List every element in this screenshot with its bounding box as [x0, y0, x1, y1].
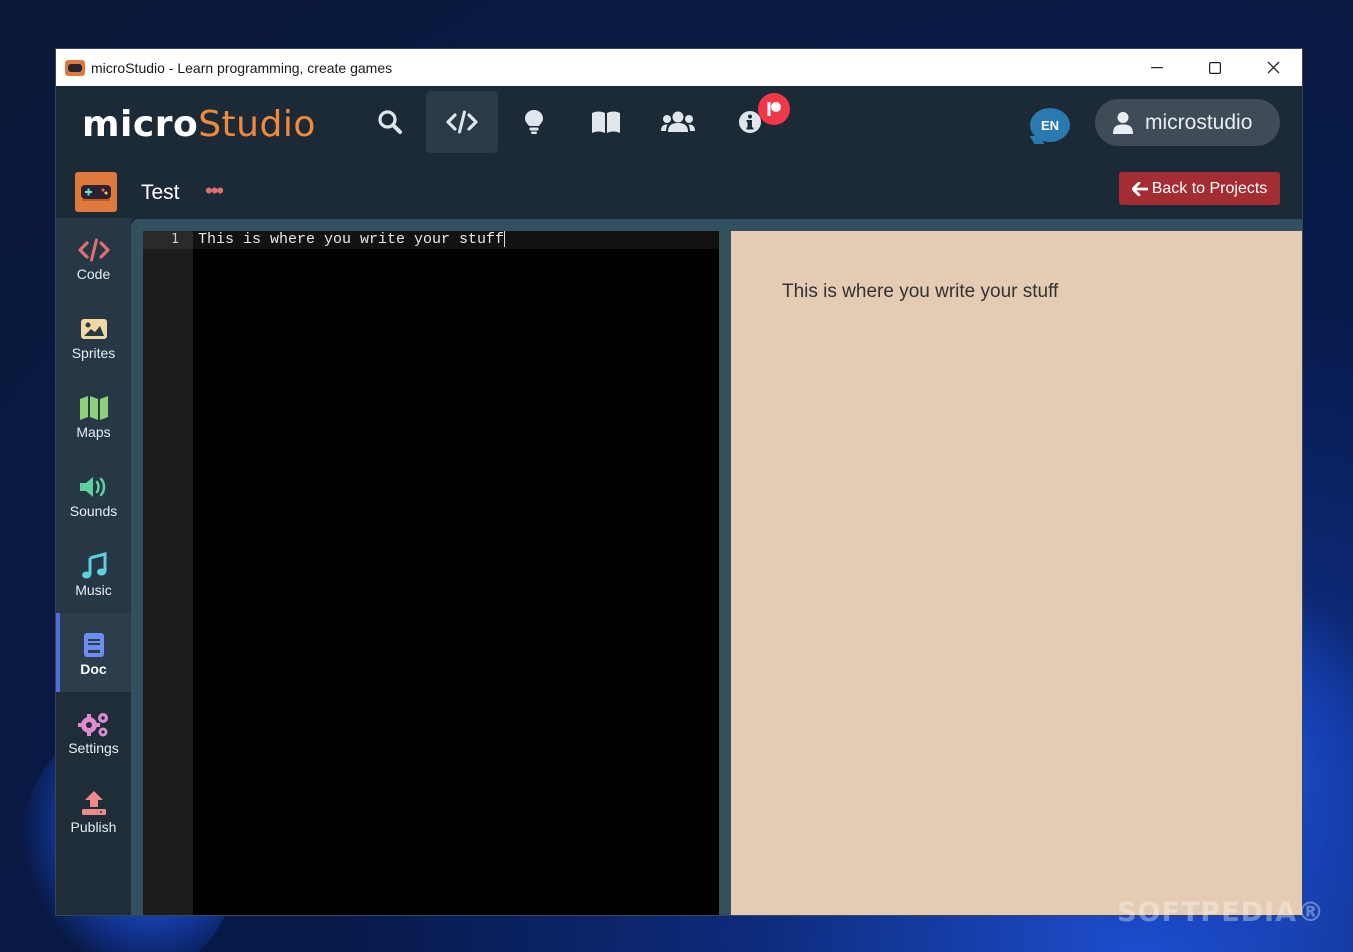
nav-search-button[interactable]	[354, 91, 426, 153]
sidebar-item-doc[interactable]: Doc	[56, 613, 131, 692]
sidebar: Code Sprites Maps Sounds Music Doc Setti…	[56, 218, 131, 915]
sidebar-item-settings[interactable]: Settings	[56, 692, 131, 771]
user-icon	[1113, 111, 1133, 134]
logo-bold-text: micro	[82, 104, 199, 145]
back-to-projects-label: Back to Projects	[1151, 179, 1268, 197]
sidebar-item-label: Music	[75, 581, 112, 598]
minimize-button[interactable]	[1128, 49, 1186, 86]
sidebar-item-label: Maps	[76, 423, 111, 440]
maximize-icon	[1209, 61, 1221, 74]
users-icon	[661, 111, 695, 132]
sidebar-item-music[interactable]: Music	[56, 534, 131, 613]
music-icon	[81, 551, 106, 578]
user-menu-button[interactable]: microstudio	[1095, 99, 1280, 146]
username: microstudio	[1145, 110, 1253, 134]
top-bar: microStudio EN microstudio	[56, 86, 1302, 168]
nav-explore-button[interactable]	[498, 91, 570, 153]
search-icon	[378, 110, 402, 134]
gamepad-icon	[81, 185, 111, 201]
code-icon	[446, 110, 478, 134]
editor-line-text: This is where you write your stuff	[198, 231, 505, 248]
project-bar: Test ••• Back to Projects	[56, 168, 1302, 218]
doc-preview: This is where you write your stuff	[731, 231, 1302, 915]
logo-light-text: Studio	[198, 104, 316, 145]
main-nav	[354, 91, 790, 153]
sidebar-item-label: Publish	[70, 818, 117, 835]
nav-community-button[interactable]	[642, 91, 714, 153]
upload-icon	[81, 790, 106, 815]
sidebar-item-label: Sprites	[71, 344, 116, 361]
doc-editor[interactable]: 1 This is where you write your stuff	[143, 231, 719, 915]
minimize-icon	[1151, 66, 1163, 68]
sidebar-item-code[interactable]: Code	[56, 218, 131, 297]
close-button[interactable]	[1244, 49, 1302, 86]
map-icon	[79, 395, 108, 420]
sidebar-item-label: Sounds	[69, 502, 118, 519]
sidebar-item-maps[interactable]: Maps	[56, 376, 131, 455]
text-cursor	[504, 231, 506, 248]
patreon-icon	[767, 102, 781, 116]
speaker-icon	[79, 476, 105, 497]
sidebar-item-label: Code	[76, 265, 111, 282]
preview-paragraph: This is where you write your stuff	[782, 281, 1059, 302]
line-number: 1	[143, 231, 193, 249]
sidebar-item-sprites[interactable]: Sprites	[56, 297, 131, 376]
image-icon	[80, 318, 107, 339]
book-icon	[592, 111, 620, 133]
document-icon	[83, 632, 104, 657]
gears-icon	[77, 712, 108, 736]
maximize-button[interactable]	[1186, 49, 1244, 86]
back-to-projects-button[interactable]: Back to Projects	[1119, 172, 1280, 205]
nav-code-button[interactable]	[426, 91, 498, 153]
sidebar-item-label: Settings	[68, 739, 119, 756]
app-window: microStudio - Learn programming, create …	[55, 48, 1303, 916]
logo[interactable]: microStudio	[82, 104, 316, 145]
app-icon	[65, 59, 85, 76]
arrow-left-icon	[1131, 181, 1148, 196]
doc-workspace: 1 This is where you write your stuff Thi…	[131, 219, 1302, 915]
lightbulb-icon	[525, 110, 543, 134]
sidebar-item-sounds[interactable]: Sounds	[56, 455, 131, 534]
title-bar: microStudio - Learn programming, create …	[56, 49, 1302, 86]
project-icon[interactable]	[75, 172, 117, 212]
nav-about-button[interactable]	[714, 91, 790, 153]
nav-learn-button[interactable]	[570, 91, 642, 153]
patreon-badge[interactable]	[758, 93, 790, 125]
code-icon	[77, 238, 110, 261]
editor-line[interactable]: This is where you write your stuff	[193, 231, 719, 249]
language-selector[interactable]: EN	[1030, 108, 1070, 142]
project-options-button[interactable]: •••	[205, 178, 224, 204]
sidebar-item-label: Doc	[80, 660, 107, 677]
close-icon	[1267, 61, 1279, 74]
project-name[interactable]: Test	[141, 181, 180, 205]
line-gutter: 1	[143, 231, 193, 915]
window-title: microStudio - Learn programming, create …	[91, 59, 393, 76]
watermark: SOFTPEDIA®	[1117, 897, 1325, 928]
sidebar-item-publish[interactable]: Publish	[56, 771, 131, 850]
